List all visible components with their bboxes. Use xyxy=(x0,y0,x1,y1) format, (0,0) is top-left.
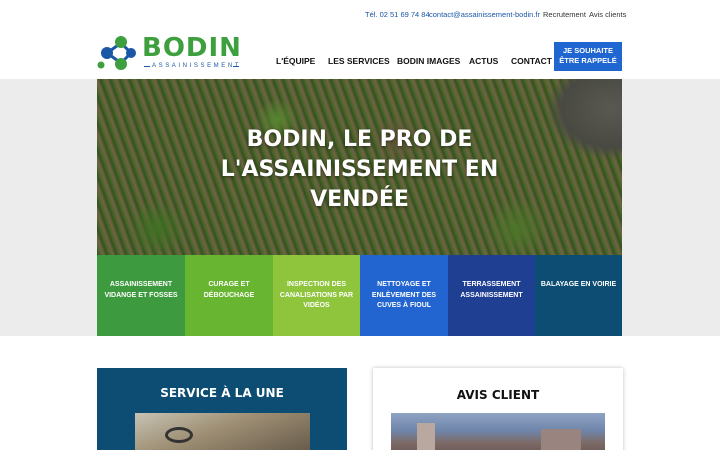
castle-building-shape xyxy=(541,429,581,450)
service-tile-inspection[interactable]: INSPECTION DES CANALISATIONS PAR VIDÉOS xyxy=(273,255,360,336)
lower-section: SERVICE À LA UNE AVIS CLIENT xyxy=(0,336,720,450)
service-tile-label: ASSAINISSEMENT xyxy=(109,281,173,288)
brand-name: BODIN xyxy=(142,33,242,63)
featured-service-image[interactable] xyxy=(135,413,310,450)
service-tiles: ASSAINISSEMENT VIDANGE ET FOSSES CURAGE … xyxy=(97,255,622,336)
client-review-card: AVIS CLIENT xyxy=(373,368,623,450)
service-tile-earthwork[interactable]: TERRASSEMENT ASSAINISSEMENT xyxy=(448,255,535,336)
service-tile-label: CURAGE ET xyxy=(208,281,250,288)
nav-item-team[interactable]: L'ÉQUIPE xyxy=(276,56,315,66)
service-tile-label: BALAYAGE EN VOIRIE xyxy=(540,281,617,288)
logo-divider xyxy=(233,66,239,67)
nav-item-contact[interactable]: CONTACT xyxy=(511,56,552,66)
featured-service-title: SERVICE À LA UNE xyxy=(160,386,284,400)
service-tile-label: INSPECTION DES xyxy=(286,281,347,288)
service-tile-septic[interactable]: ASSAINISSEMENT VIDANGE ET FOSSES xyxy=(97,255,185,336)
service-tile-sweeping[interactable]: BALAYAGE EN VOIRIE xyxy=(535,255,622,336)
hero-title-line1: BODIN, LE PRO DE xyxy=(246,127,473,152)
email-link[interactable]: contact@assainissement-bodin.fr xyxy=(429,10,540,19)
featured-service-card: SERVICE À LA UNE xyxy=(97,368,347,450)
service-tile-label: VIDANGE ET FOSSES xyxy=(104,291,178,299)
recruitment-link[interactable]: Recrutement xyxy=(543,10,586,19)
hero-title: BODIN, LE PRO DE L'ASSAINISSEMENT EN VEN… xyxy=(97,125,622,215)
callback-button[interactable]: JE SOUHAITE ÊTRE RAPPELÉ xyxy=(554,42,622,71)
hero-title-line2: L'ASSAINISSEMENT EN xyxy=(220,157,499,182)
reviews-link[interactable]: Avis clients xyxy=(589,10,626,19)
logo[interactable]: BODIN ASSAINISSEMENT xyxy=(97,33,247,73)
client-review-title: AVIS CLIENT xyxy=(456,388,540,402)
service-tile-label: ASSAINISSEMENT xyxy=(460,291,523,299)
service-tile-label: VIDÉOS xyxy=(303,302,330,309)
service-tile-tank-cleaning[interactable]: NETTOYAGE ET ENLÈVEMENT DES CUVES À FIOU… xyxy=(360,255,448,336)
brand-subtitle: ASSAINISSEMENT xyxy=(152,63,242,69)
top-bar: Tél. 02 51 69 74 84 contact@assainisseme… xyxy=(0,0,720,30)
service-tile-label: ENLÈVEMENT DES xyxy=(371,291,437,299)
hero-banner: BODIN, LE PRO DE L'ASSAINISSEMENT EN VEN… xyxy=(97,79,622,255)
nav-item-services[interactable]: LES SERVICES xyxy=(328,56,390,66)
service-tile-label: NETTOYAGE ET xyxy=(377,281,431,288)
client-review-image[interactable] xyxy=(391,413,605,450)
nav-item-news[interactable]: ACTUS xyxy=(469,56,498,66)
service-tile-label: CANALISATIONS PAR xyxy=(279,291,354,299)
molecule-logo-icon xyxy=(97,36,136,70)
service-tile-label: TERRASSEMENT xyxy=(462,281,521,288)
service-tile-label: CUVES À FIOUL xyxy=(376,302,432,309)
callback-button-line1: JE SOUHAITE xyxy=(562,46,613,55)
phone-link[interactable]: Tél. 02 51 69 74 84 xyxy=(365,10,430,19)
site-header: BODIN ASSAINISSEMENT L'ÉQUIPE LES SERVIC… xyxy=(0,30,720,79)
castle-tower-shape xyxy=(417,423,435,450)
hero-title-line3: VENDÉE xyxy=(310,187,409,212)
nav-item-images[interactable]: BODIN IMAGES xyxy=(397,56,460,66)
featured-image-detail xyxy=(165,427,193,443)
service-tile-label: DÉBOUCHAGE xyxy=(203,291,255,299)
service-tile-unclogging[interactable]: CURAGE ET DÉBOUCHAGE xyxy=(185,255,273,336)
callback-button-line2: ÊTRE RAPPELÉ xyxy=(559,56,617,65)
logo-divider xyxy=(144,66,150,67)
